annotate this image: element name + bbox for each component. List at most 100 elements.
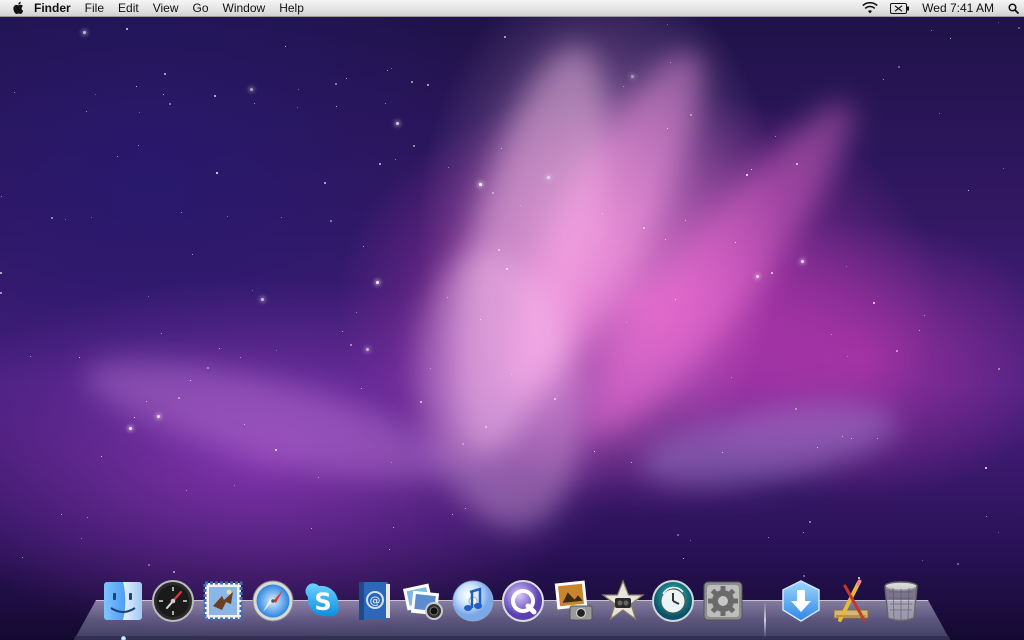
dock-item-dashboard[interactable] [150,578,196,624]
star [65,219,66,220]
svg-text:S: S [314,588,331,616]
star [138,145,139,146]
dock: S @ [96,574,936,640]
dock-item-quicktime[interactable] [500,578,546,624]
spotlight-icon[interactable] [1002,0,1024,17]
star [101,456,102,457]
star [485,426,487,428]
desktop-wallpaper[interactable] [0,0,1024,640]
star [896,350,898,352]
star [95,94,96,95]
menu-edit[interactable]: Edit [111,0,146,17]
star [91,217,92,218]
star [0,292,2,294]
menu-go[interactable]: Go [186,0,216,17]
star [462,443,464,445]
dock-item-applications-stack[interactable] [828,578,874,624]
star [161,333,162,334]
dock-item-mail[interactable] [200,578,246,624]
star [448,167,449,168]
star [178,397,180,399]
dashboard-icon [152,580,194,622]
menu-extras: Wed 7:41 AM [856,0,1024,17]
star [667,24,668,25]
star [756,275,759,278]
star [998,368,1000,370]
star [86,111,87,112]
star [61,514,62,515]
address-book-icon: @ [359,582,390,620]
star [506,268,508,270]
star [1003,168,1004,169]
star [796,163,798,165]
menu-help[interactable]: Help [272,0,311,17]
star [683,558,684,559]
star [771,272,773,274]
star [387,70,388,71]
star [768,537,769,538]
star [939,113,940,114]
dock-item-trash[interactable] [878,578,924,624]
star [87,517,88,518]
star [240,357,241,358]
star [846,266,847,267]
dock-item-imovie[interactable] [600,578,646,624]
star [275,449,277,451]
star [480,319,481,320]
dock-item-image-capture[interactable] [550,578,596,624]
star [554,398,556,400]
menu-clock[interactable]: Wed 7:41 AM [916,0,1002,17]
star [192,254,193,255]
dock-item-downloads-stack[interactable] [778,578,824,624]
star [311,528,312,529]
dock-separator[interactable] [764,602,766,638]
star [393,527,394,528]
menu-app-finder[interactable]: Finder [28,0,78,17]
dock-item-time-machine[interactable] [650,578,696,624]
star [173,571,175,573]
star [492,192,494,194]
star [227,216,228,217]
dock-item-system-preferences[interactable] [700,578,746,624]
dock-item-itunes[interactable] [450,578,496,624]
star [883,79,884,80]
star [1018,27,1020,29]
star [163,94,164,95]
star [330,220,332,222]
star [157,415,160,418]
star [667,128,668,129]
star [391,462,392,463]
star [148,296,149,297]
itunes-icon [452,580,494,622]
star [479,183,482,186]
menu-window[interactable]: Window [216,0,273,17]
star [520,205,521,206]
star [643,227,645,229]
dock-item-finder[interactable] [100,578,146,640]
iphoto-icon [402,583,443,620]
finder-icon [104,582,142,620]
dock-item-address-book[interactable]: @ [350,578,396,624]
dock-item-safari[interactable] [250,578,296,624]
star [924,315,925,316]
menu-view[interactable]: View [146,0,186,17]
star [297,107,298,108]
svg-text:@: @ [370,594,381,607]
dock-item-skype[interactable]: S [300,578,346,624]
star [931,30,932,31]
star [186,490,187,491]
star [1,196,2,197]
battery-icon[interactable] [884,0,916,17]
star [139,112,140,113]
menu-file[interactable]: File [78,0,111,17]
wifi-icon[interactable] [856,0,884,17]
imovie-icon [601,579,645,621]
star [877,438,878,439]
image-capture-icon [554,580,593,621]
star [51,217,53,219]
star [254,103,255,104]
apple-menu-icon[interactable] [0,0,28,17]
dock-item-iphoto[interactable] [400,578,446,624]
star [675,299,676,300]
star [14,92,15,93]
